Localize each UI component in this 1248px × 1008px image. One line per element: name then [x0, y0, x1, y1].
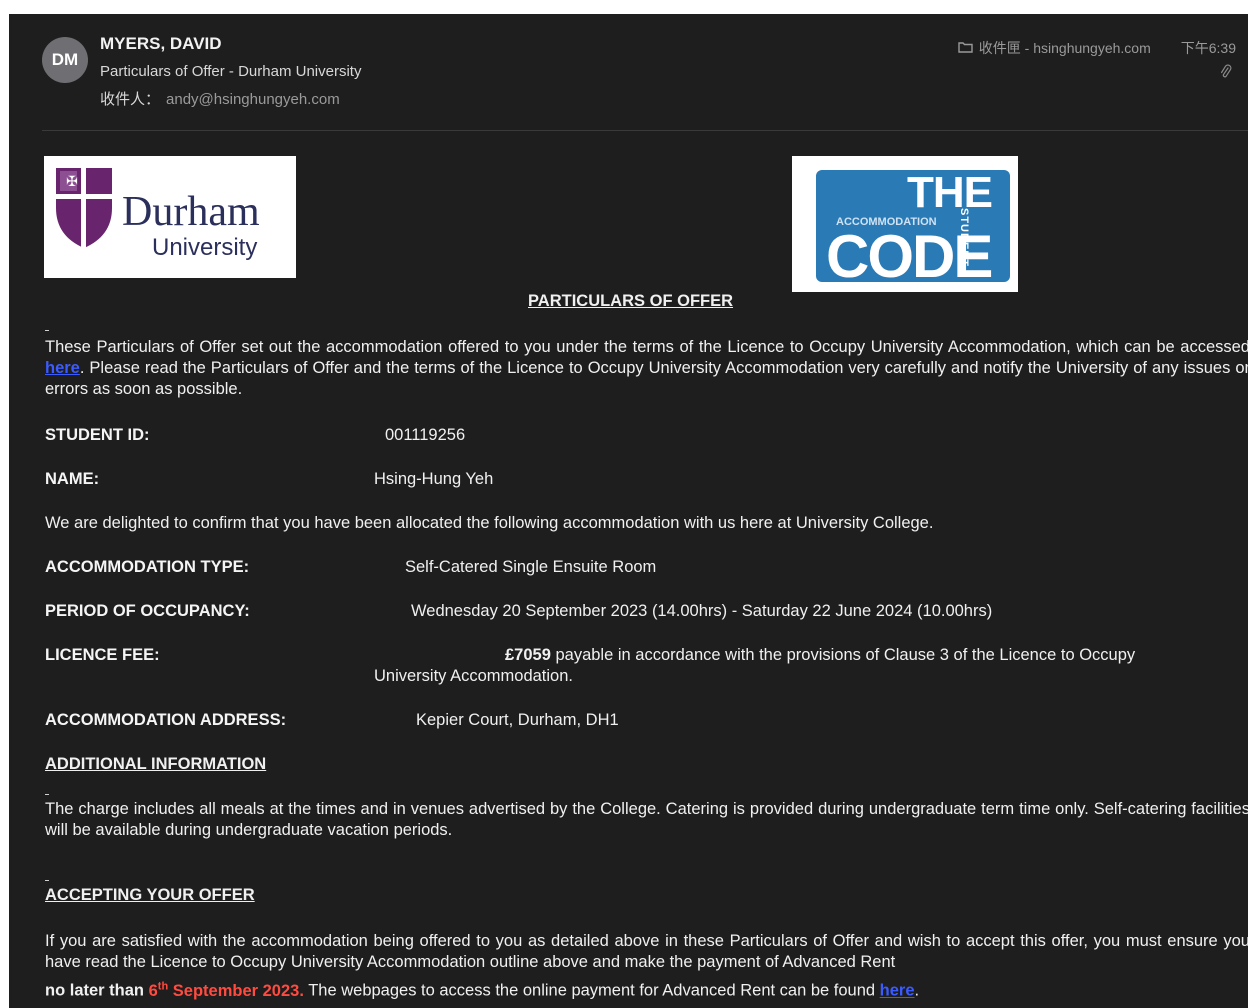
intro-paragraph: These Particulars of Offer set out the a… — [45, 338, 1248, 398]
durham-university-logo: ✠ Durham University — [44, 156, 296, 278]
durham-wordmark: Durham — [122, 189, 260, 235]
deadline-date: 6th September 2023. — [148, 980, 304, 1000]
licence-fee-line2: University Accommodation. — [374, 667, 573, 685]
recipient-address[interactable]: andy@hsinghungyeh.com — [166, 91, 340, 108]
code-the-text: THE — [907, 168, 993, 217]
name-label: NAME: — [45, 470, 100, 488]
period-label: PERIOD OF OCCUPANCY: — [45, 602, 250, 620]
paperclip-icon[interactable] — [1220, 64, 1232, 85]
period-value: Wednesday 20 September 2023 (14.00hrs) -… — [411, 602, 993, 620]
recipient-label: 收件人： — [100, 91, 161, 108]
accommodation-type-label: ACCOMMODATION TYPE: — [45, 558, 250, 576]
marker — [45, 880, 49, 881]
mailbox-label[interactable]: 收件匣 - hsinghungyeh.com — [979, 38, 1151, 58]
svg-text:✠: ✠ — [66, 175, 78, 190]
university-wordmark: University — [152, 234, 258, 261]
deadline-line: no later than 6th September 2023. The we… — [45, 980, 920, 1000]
additional-info-text: The charge includes all meals at the tim… — [45, 800, 1248, 839]
accommodation-type-value: Self-Catered Single Ensuite Room — [405, 558, 657, 576]
address-label: ACCOMMODATION ADDRESS: — [45, 711, 287, 729]
mail-meta: 收件匣 - hsinghungyeh.com 下午6:39 — [958, 38, 1236, 58]
licence-link[interactable]: here — [45, 359, 80, 377]
licence-fee-label: LICENCE FEE: — [45, 646, 160, 664]
address-value: Kepier Court, Durham, DH1 — [416, 711, 619, 729]
payment-link[interactable]: here — [880, 982, 915, 1000]
recipient-line: 收件人： andy@hsinghungyeh.com — [100, 88, 340, 109]
marker — [45, 330, 49, 331]
sender-name[interactable]: MYERS, DAVID — [100, 34, 222, 54]
accepting-offer-text: If you are satisfied with the accommodat… — [45, 932, 1248, 971]
licence-fee-line1: £7059 payable in accordance with the pro… — [505, 646, 1136, 664]
licence-fee-amount: £7059 — [505, 646, 551, 664]
allocation-text: We are delighted to confirm that you hav… — [45, 514, 934, 532]
name-value: Hsing-Hung Yeh — [374, 470, 494, 488]
email-subject: Particulars of Offer - Durham University — [100, 63, 362, 80]
folder-icon — [958, 40, 973, 56]
student-id-label: STUDENT ID: — [45, 426, 150, 444]
email-view: DM MYERS, DAVID Particulars of Offer - D… — [9, 14, 1248, 1008]
email-time: 下午6:39 — [1180, 40, 1236, 56]
student-id-value: 001119256 — [385, 426, 466, 444]
accepting-offer-heading: ACCEPTING YOUR OFFER — [45, 886, 255, 904]
avatar[interactable]: DM — [42, 37, 88, 83]
document-title: PARTICULARS OF OFFER — [528, 292, 734, 310]
accommodation-code-logo: THE ACCOMMODATION CODE STUDENT — [792, 156, 1018, 292]
code-student-text: STUDENT — [958, 208, 970, 267]
additional-info-heading: ADDITIONAL INFORMATION — [45, 755, 267, 773]
marker — [45, 794, 49, 795]
header-divider — [42, 130, 1248, 131]
